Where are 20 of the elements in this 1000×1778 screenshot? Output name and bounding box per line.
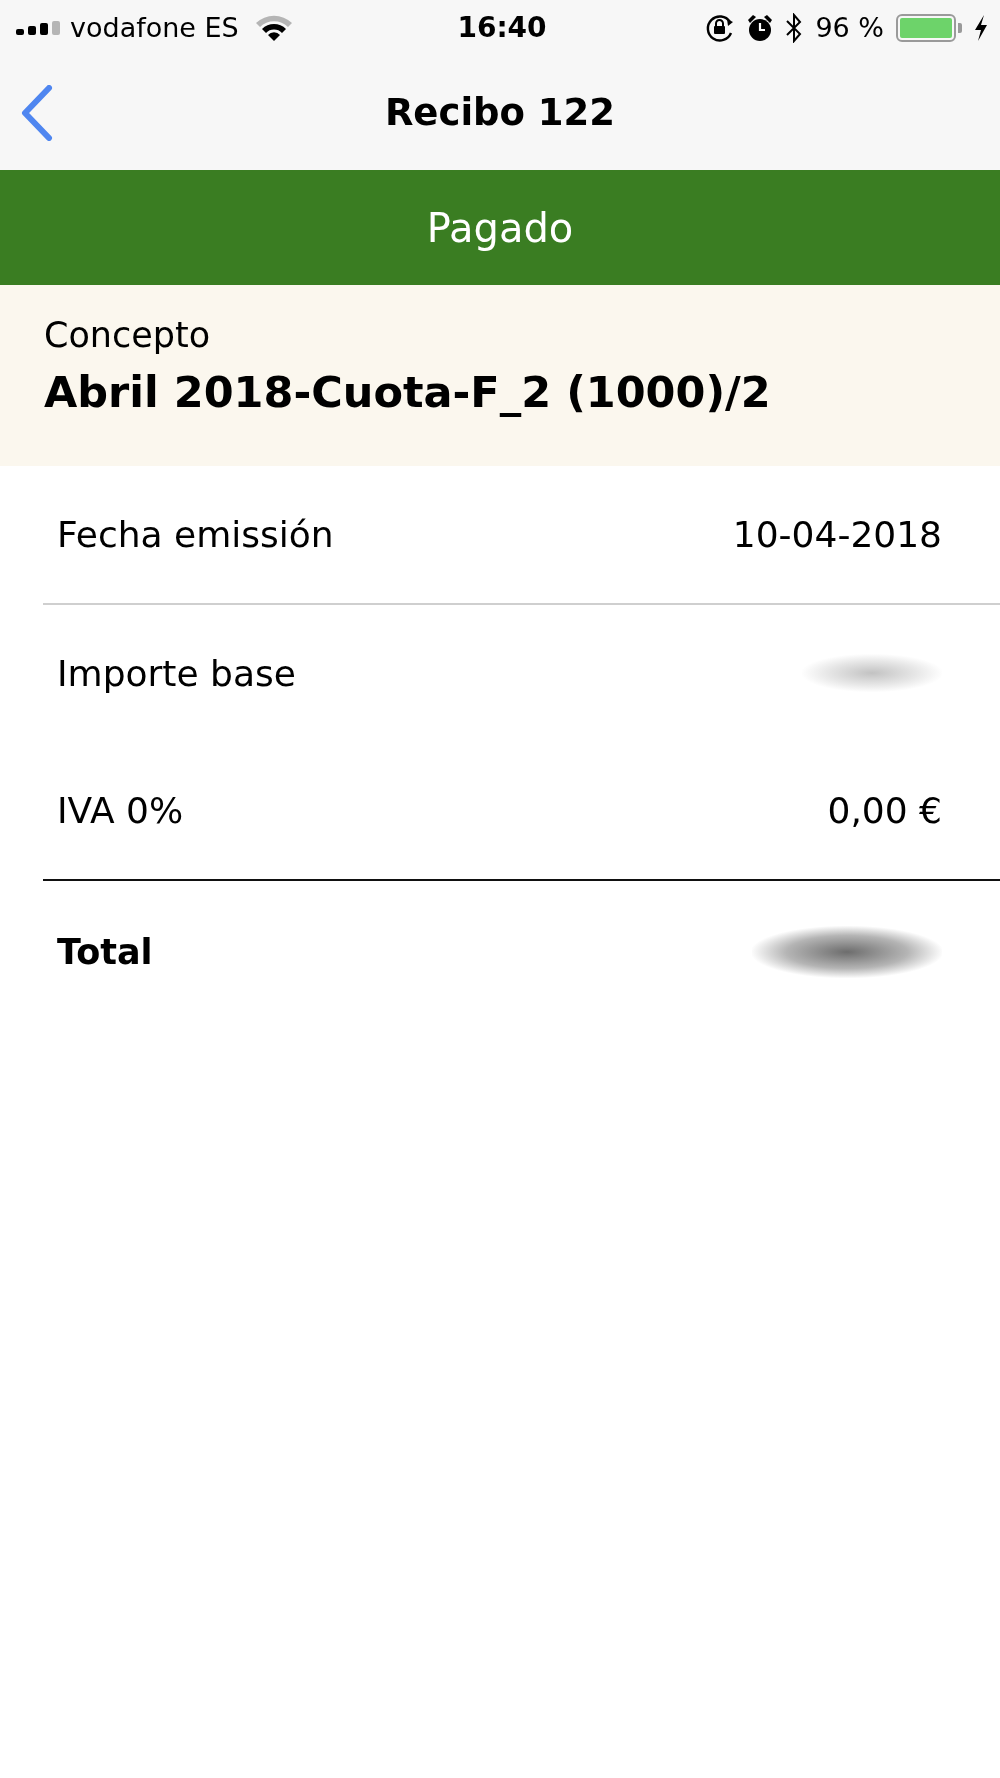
screen-title: Recibo 122 xyxy=(384,91,616,134)
detail-value: 0,00 € xyxy=(827,789,942,831)
payment-status: Pagado xyxy=(426,204,574,251)
battery-icon xyxy=(896,13,962,42)
detail-label: Importe base xyxy=(57,652,296,694)
detail-label: Fecha emissión xyxy=(57,514,334,555)
detail-label: IVA 0% xyxy=(57,789,184,831)
carrier-name: vodafone ES xyxy=(70,12,239,43)
detail-value: 10-04-2018 xyxy=(732,514,942,555)
clock-time: 16:40 xyxy=(457,11,547,44)
concept-value: Abril 2018-Cuota-F_2 (1000)/2 xyxy=(44,367,771,417)
back-chevron-icon xyxy=(20,84,54,141)
battery-percentage: 96 % xyxy=(815,12,884,43)
wifi-icon xyxy=(254,14,293,41)
charging-bolt-icon xyxy=(974,14,988,41)
alarm-clock-icon xyxy=(747,13,774,42)
total-label: Total xyxy=(57,931,153,972)
signal-icon xyxy=(16,20,60,35)
concept-label: Concepto xyxy=(44,315,211,355)
bluetooth-icon xyxy=(785,12,804,43)
